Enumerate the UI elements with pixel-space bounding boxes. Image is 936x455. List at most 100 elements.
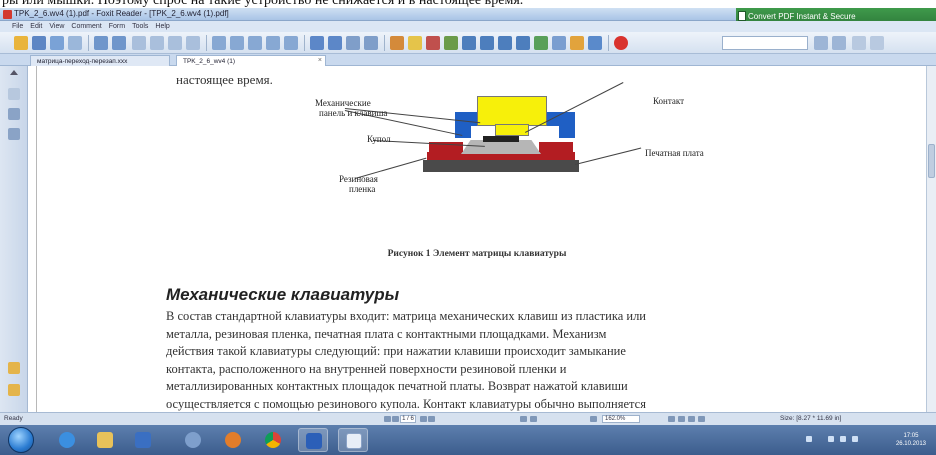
word-icon: [306, 433, 322, 449]
panel-collapse-icon[interactable]: [10, 70, 18, 75]
taskbar-media[interactable]: [128, 428, 158, 452]
rectangle-icon[interactable]: [462, 36, 476, 50]
first-page-icon[interactable]: [132, 36, 146, 50]
language-icon[interactable]: [806, 436, 812, 442]
find-previous-icon[interactable]: [814, 36, 828, 50]
vertical-scrollbar[interactable]: [926, 66, 936, 412]
image-icon[interactable]: [534, 36, 548, 50]
link-icon[interactable]: [552, 36, 566, 50]
status-bar: Ready 1 / 6 162.0% Size: [8.27 * 11.69 i…: [0, 412, 936, 425]
zoom-dropdown-icon[interactable]: [284, 36, 298, 50]
chrome-icon: [265, 432, 281, 448]
fit-page-icon[interactable]: [310, 36, 324, 50]
snapshot-icon[interactable]: [248, 36, 262, 50]
label-line: пленка: [349, 184, 376, 194]
last-page-icon[interactable]: [186, 36, 200, 50]
label-contact: Контакт: [653, 96, 685, 106]
comments-panel-icon[interactable]: [8, 384, 20, 396]
continuous-facing-icon[interactable]: [698, 416, 705, 422]
zoom-out-icon[interactable]: [520, 416, 527, 422]
next-page-icon[interactable]: [420, 416, 427, 422]
zoom-in-icon[interactable]: [590, 416, 597, 422]
menu-item-view[interactable]: View: [49, 23, 64, 30]
label-rubber-film: Резиновая пленка: [339, 174, 378, 194]
attachment-icon[interactable]: [570, 36, 584, 50]
save-icon[interactable]: [32, 36, 46, 50]
previous-page-icon[interactable]: [150, 36, 164, 50]
taskbar-app-5[interactable]: [218, 428, 248, 452]
paragraph-line: металлизированных контактных площадок пе…: [166, 379, 628, 393]
menu-item-tools[interactable]: Tools: [132, 23, 148, 30]
first-page-icon[interactable]: [384, 416, 391, 422]
single-page-icon[interactable]: [668, 416, 675, 422]
rotate-left-icon[interactable]: [346, 36, 360, 50]
forward-icon[interactable]: [112, 36, 126, 50]
toolbar-more-icon[interactable]: [870, 36, 884, 50]
tab-document-2[interactable]: TPK_2_6_wv4 (1) ×: [176, 55, 326, 66]
clock-date: 26.10.2013: [895, 441, 926, 447]
polygon-icon[interactable]: [516, 36, 530, 50]
tab-document-1[interactable]: матрица-переход-перезап.xxx: [30, 55, 170, 66]
flag-icon[interactable]: [852, 436, 858, 442]
taskbar-foxit[interactable]: [338, 428, 368, 452]
previous-page-icon[interactable]: [392, 416, 399, 422]
continuous-icon[interactable]: [678, 416, 685, 422]
internet-explorer-icon: [59, 432, 75, 448]
taskbar-explorer[interactable]: [90, 428, 120, 452]
taskbar-ie[interactable]: [52, 428, 82, 452]
pages-panel-icon[interactable]: [8, 88, 20, 100]
select-text-icon[interactable]: [230, 36, 244, 50]
clock[interactable]: 17:05 26.10.2013: [896, 432, 926, 448]
taskbar-app-4[interactable]: [178, 428, 208, 452]
paragraph-line: металла, резиновая пленка, печатная плат…: [166, 326, 607, 341]
stamp-icon[interactable]: [444, 36, 458, 50]
layers-panel-icon[interactable]: [8, 128, 20, 140]
media-player-icon: [135, 432, 151, 448]
menu-item-comment[interactable]: Comment: [71, 23, 101, 30]
typewriter-icon[interactable]: [390, 36, 404, 50]
zoom-slider-icon[interactable]: [530, 416, 537, 422]
taskbar-chrome[interactable]: [258, 428, 288, 452]
rotate-right-icon[interactable]: [364, 36, 378, 50]
taskbar-word[interactable]: [298, 428, 328, 452]
bookmarks-panel-icon[interactable]: [8, 108, 20, 120]
back-icon[interactable]: [94, 36, 108, 50]
fit-width-icon[interactable]: [328, 36, 342, 50]
facing-icon[interactable]: [688, 416, 695, 422]
record-icon[interactable]: [614, 36, 628, 50]
body-paragraph: В состав стандартной клавиатуры входит: …: [166, 308, 866, 412]
volume-icon[interactable]: [840, 436, 846, 442]
menu-item-form[interactable]: Form: [109, 23, 125, 30]
arrow-icon[interactable]: [588, 36, 602, 50]
tab-label: TPK_2_6_wv4 (1): [183, 58, 236, 65]
pdf-icon: [738, 11, 746, 21]
menu-item-help[interactable]: Help: [155, 23, 169, 30]
open-folder-icon[interactable]: [14, 36, 28, 50]
menu-item-file[interactable]: File: [12, 23, 23, 30]
hand-tool-icon[interactable]: [212, 36, 226, 50]
key-cap-shape: [477, 96, 547, 126]
next-page-icon[interactable]: [168, 36, 182, 50]
line-icon[interactable]: [480, 36, 494, 50]
email-icon[interactable]: [68, 36, 82, 50]
highlight-icon[interactable]: [426, 36, 440, 50]
note-icon[interactable]: [408, 36, 422, 50]
search-input[interactable]: [722, 36, 808, 50]
page-size-readout: Size: [8.27 * 11.69 in]: [780, 415, 842, 422]
toolbar-separator: [384, 35, 385, 51]
network-icon[interactable]: [828, 436, 834, 442]
ellipse-icon[interactable]: [498, 36, 512, 50]
page-number-input[interactable]: 1 / 6: [400, 415, 416, 423]
attachments-panel-icon[interactable]: [8, 362, 20, 374]
start-button[interactable]: [8, 427, 34, 453]
last-page-icon[interactable]: [428, 416, 435, 422]
menu-item-edit[interactable]: Edit: [30, 23, 42, 30]
close-tab-icon[interactable]: ×: [318, 57, 322, 64]
scrollbar-thumb[interactable]: [928, 144, 935, 178]
document-viewport[interactable]: настоящее время. Механические панель и к…: [28, 66, 926, 412]
options-icon[interactable]: [852, 36, 866, 50]
find-next-icon[interactable]: [832, 36, 846, 50]
zoom-level-input[interactable]: 162.0%: [602, 415, 640, 423]
zoom-in-icon[interactable]: [266, 36, 280, 50]
print-icon[interactable]: [50, 36, 64, 50]
